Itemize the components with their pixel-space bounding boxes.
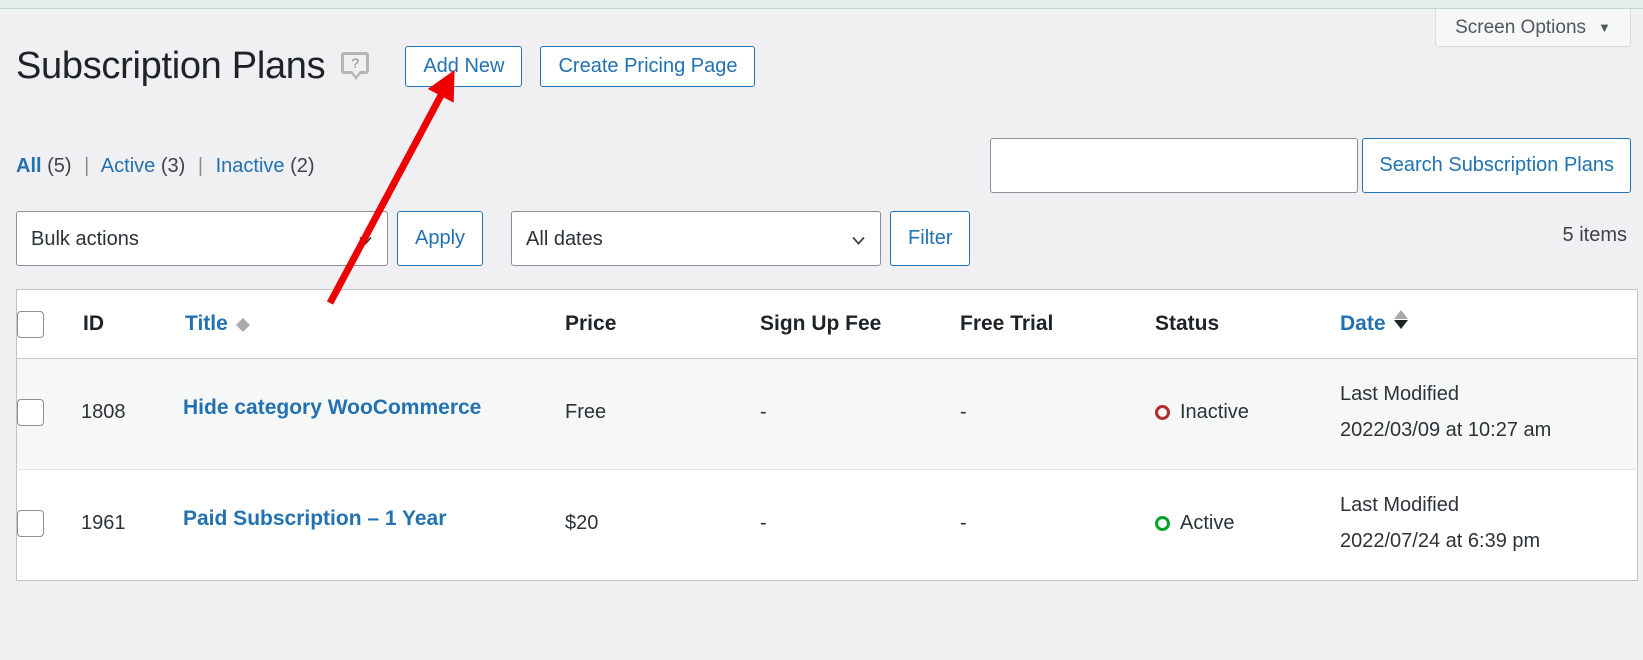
help-tip-tail-inner bbox=[352, 71, 360, 76]
search-input[interactable] bbox=[990, 138, 1358, 193]
sort-link-title[interactable]: Title bbox=[185, 312, 250, 336]
row-checkbox-cell bbox=[17, 470, 82, 581]
cell-id: 1961 bbox=[81, 470, 183, 581]
search-form: Search Subscription Plans bbox=[990, 138, 1631, 193]
displaying-items-count: 5 items bbox=[1563, 224, 1627, 247]
cell-date: Last Modified 2022/03/09 at 10:27 am bbox=[1340, 359, 1638, 470]
view-link-all[interactable]: All bbox=[16, 155, 42, 177]
bulk-actions-select-wrap: Bulk actionsEditMove to Trash bbox=[16, 211, 388, 266]
row-checkbox-cell bbox=[17, 359, 82, 470]
cell-title: Hide category WooCommerce bbox=[183, 359, 565, 470]
cell-price-value: $20 bbox=[565, 495, 760, 556]
screen-options-label: Screen Options bbox=[1455, 17, 1586, 39]
table-head: ID Title Price Sign Up Fee Free Trial St… bbox=[17, 290, 1638, 359]
column-header-signup-fee: Sign Up Fee bbox=[760, 290, 960, 359]
cell-title: Paid Subscription – 1 Year bbox=[183, 470, 565, 581]
date-value: 2022/03/09 at 10:27 am bbox=[1340, 412, 1637, 448]
sort-arrow-down-icon bbox=[1394, 320, 1408, 329]
column-header-free-trial: Free Trial bbox=[960, 290, 1155, 359]
column-header-title-label: Title bbox=[185, 312, 228, 336]
admin-top-band bbox=[0, 0, 1643, 9]
table-row: 1808 Hide category WooCommerce Free - - … bbox=[17, 359, 1638, 470]
cell-id-value: 1961 bbox=[81, 495, 183, 556]
view-separator-1: | bbox=[84, 155, 89, 177]
view-count-inactive: (2) bbox=[290, 155, 314, 177]
cell-signup-fee: - bbox=[760, 470, 960, 581]
page-heading-row: Subscription Plans ? Add New Create Pric… bbox=[16, 36, 755, 96]
table-row: 1961 Paid Subscription – 1 Year $20 - - … bbox=[17, 470, 1638, 581]
cell-free-trial-value: - bbox=[960, 495, 1155, 556]
apply-button[interactable]: Apply bbox=[397, 211, 483, 266]
sort-arrow-up-icon bbox=[1394, 310, 1408, 319]
column-header-price: Price bbox=[565, 290, 760, 359]
status-circle-icon bbox=[1155, 516, 1170, 531]
create-pricing-page-button[interactable]: Create Pricing Page bbox=[540, 46, 755, 87]
cell-price-value: Free bbox=[565, 384, 760, 445]
add-new-button[interactable]: Add New bbox=[405, 46, 522, 87]
status-badge: Active bbox=[1155, 495, 1340, 556]
filter-button[interactable]: Filter bbox=[890, 211, 970, 266]
cell-date: Last Modified 2022/07/24 at 6:39 pm bbox=[1340, 470, 1638, 581]
column-header-id: ID bbox=[81, 290, 183, 359]
cell-free-trial-value: - bbox=[960, 384, 1155, 445]
view-separator-2: | bbox=[198, 155, 203, 177]
chevron-down-icon: ▼ bbox=[1598, 21, 1611, 34]
cell-signup-fee: - bbox=[760, 359, 960, 470]
dates-filter-select[interactable]: All dates bbox=[511, 211, 881, 266]
annotation-arrow bbox=[330, 86, 446, 303]
column-header-title: Title bbox=[183, 290, 565, 359]
status-badge: Inactive bbox=[1155, 384, 1340, 445]
view-count-all: (5) bbox=[47, 155, 71, 177]
status-label: Active bbox=[1180, 512, 1234, 535]
search-submit-button[interactable]: Search Subscription Plans bbox=[1362, 138, 1631, 193]
view-link-active[interactable]: Active bbox=[101, 155, 155, 177]
screen-options-toggle[interactable]: Screen Options ▼ bbox=[1435, 9, 1631, 47]
row-select-checkbox[interactable] bbox=[17, 399, 44, 426]
cell-price: Free bbox=[565, 359, 760, 470]
status-circle-icon bbox=[1155, 405, 1170, 420]
cell-id: 1808 bbox=[81, 359, 183, 470]
dates-select-wrap: All dates bbox=[511, 211, 881, 266]
table-body: 1808 Hide category WooCommerce Free - - … bbox=[17, 359, 1638, 581]
row-select-checkbox[interactable] bbox=[17, 510, 44, 537]
cell-status: Inactive bbox=[1155, 359, 1340, 470]
page-title: Subscription Plans bbox=[16, 47, 325, 85]
view-count-active: (3) bbox=[161, 155, 185, 177]
row-title-link[interactable]: Hide category WooCommerce bbox=[183, 396, 565, 420]
sort-diamond-icon bbox=[236, 311, 250, 325]
cell-price: $20 bbox=[565, 470, 760, 581]
row-title-link[interactable]: Paid Subscription – 1 Year bbox=[183, 507, 565, 531]
date-value: 2022/07/24 at 6:39 pm bbox=[1340, 523, 1637, 559]
cell-free-trial: - bbox=[960, 359, 1155, 470]
subscription-plans-table: ID Title Price Sign Up Fee Free Trial St… bbox=[16, 289, 1638, 581]
sort-arrows-icon bbox=[1394, 310, 1408, 329]
bulk-actions-select[interactable]: Bulk actionsEditMove to Trash bbox=[16, 211, 388, 266]
cell-status: Active bbox=[1155, 470, 1340, 581]
select-all-checkbox[interactable] bbox=[17, 311, 44, 338]
table-header-row: ID Title Price Sign Up Fee Free Trial St… bbox=[17, 290, 1638, 359]
view-link-inactive[interactable]: Inactive bbox=[216, 155, 285, 177]
column-header-date: Date bbox=[1340, 290, 1638, 359]
cell-id-value: 1808 bbox=[81, 384, 183, 445]
column-header-checkbox bbox=[17, 290, 82, 359]
help-tip-icon[interactable]: ? bbox=[341, 52, 369, 76]
cell-signup-fee-value: - bbox=[760, 384, 960, 445]
date-label: Last Modified bbox=[1340, 376, 1637, 412]
column-header-date-label: Date bbox=[1340, 312, 1386, 336]
tablenav-top: Bulk actionsEditMove to Trash Apply All … bbox=[16, 211, 970, 266]
sort-link-date[interactable]: Date bbox=[1340, 312, 1408, 336]
views-filter-list: All (5) | Active (3) | Inactive (2) bbox=[16, 155, 315, 178]
date-label: Last Modified bbox=[1340, 487, 1637, 523]
cell-signup-fee-value: - bbox=[760, 495, 960, 556]
column-header-status: Status bbox=[1155, 290, 1340, 359]
status-label: Inactive bbox=[1180, 401, 1249, 424]
cell-free-trial: - bbox=[960, 470, 1155, 581]
